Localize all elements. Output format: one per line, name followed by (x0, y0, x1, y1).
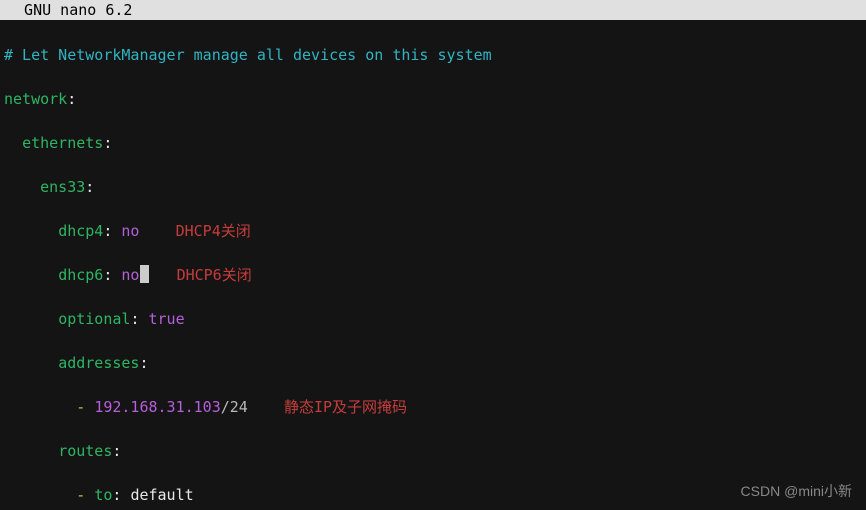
note-dhcp4: DHCP4关闭 (176, 222, 251, 240)
key-network: network (4, 90, 67, 108)
yaml-line: dhcp6: no DHCP6关闭 (4, 264, 862, 286)
val-ip: 192.168.31.103 (94, 398, 220, 416)
val-optional: true (149, 310, 185, 328)
yaml-line: network: (4, 88, 862, 110)
editor-area[interactable]: # Let NetworkManager manage all devices … (0, 20, 866, 510)
yaml-line: - to: default (4, 484, 862, 506)
val-dhcp4: no (121, 222, 139, 240)
yaml-line: optional: true (4, 308, 862, 330)
yaml-line: dhcp4: no DHCP4关闭 (4, 220, 862, 242)
val-default: default (130, 486, 193, 504)
val-mask: /24 (221, 398, 248, 416)
colon: : (139, 354, 148, 372)
dash: - (76, 398, 85, 416)
colon: : (103, 266, 112, 284)
dash: - (76, 486, 85, 504)
note-static-ip: 静态IP及子网掩码 (284, 398, 407, 416)
cursor (140, 265, 149, 283)
val-dhcp6: no (121, 266, 139, 284)
comment-line: # Let NetworkManager manage all devices … (4, 44, 862, 66)
key-ethernets: ethernets (22, 134, 103, 152)
yaml-line: routes: (4, 440, 862, 462)
key-dhcp6: dhcp6 (58, 266, 103, 284)
key-ens33: ens33 (40, 178, 85, 196)
yaml-line: - 192.168.31.103/24 静态IP及子网掩码 (4, 396, 862, 418)
watermark: CSDN @mini小新 (741, 480, 852, 502)
yaml-line: ens33: (4, 176, 862, 198)
key-addresses: addresses (58, 354, 139, 372)
colon: : (103, 134, 112, 152)
key-dhcp4: dhcp4 (58, 222, 103, 240)
yaml-line: ethernets: (4, 132, 862, 154)
key-to: to (94, 486, 112, 504)
colon: : (103, 222, 112, 240)
colon: : (130, 310, 139, 328)
colon: : (112, 486, 121, 504)
key-routes: routes (58, 442, 112, 460)
colon: : (85, 178, 94, 196)
yaml-line: addresses: (4, 352, 862, 374)
nano-titlebar: GNU nano 6.2 (0, 0, 866, 20)
colon: : (67, 90, 76, 108)
colon: : (112, 442, 121, 460)
note-dhcp6: DHCP6关闭 (177, 266, 252, 284)
yaml-comment: # Let NetworkManager manage all devices … (4, 46, 492, 64)
key-optional: optional (58, 310, 130, 328)
